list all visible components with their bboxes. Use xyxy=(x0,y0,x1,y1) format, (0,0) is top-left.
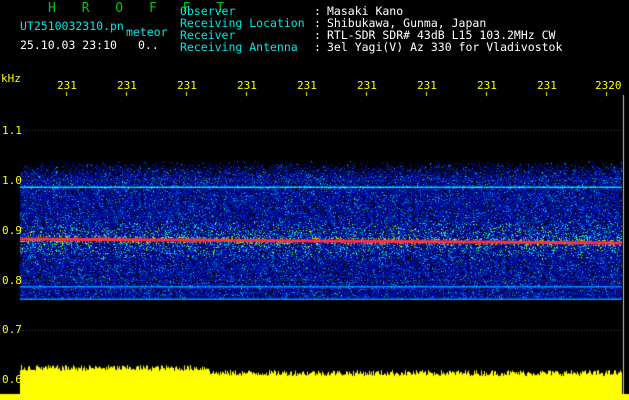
y-axis-unit: kHz xyxy=(1,72,21,85)
mode-label: meteor xyxy=(126,25,168,39)
x-tick-label: 231 xyxy=(297,79,317,92)
antenna-sep: : xyxy=(314,40,321,54)
file-name: UT2510032310.pn xyxy=(20,19,124,33)
datetime: 25.10.03 23:10 xyxy=(20,38,117,52)
x-tick-label: 231 xyxy=(237,79,257,92)
x-tick-label: 231 xyxy=(477,79,497,92)
y-tick-label: 0.7 xyxy=(2,323,22,336)
y-tick-label: 0.8 xyxy=(2,274,22,287)
y-tick-label: 0.6 xyxy=(2,373,22,386)
y-tick-label: 0.9 xyxy=(2,224,22,237)
y-tick-label: 1.1 xyxy=(2,124,22,137)
x-tick-label: 231 xyxy=(177,79,197,92)
antenna-value: 3el Yagi(V) Az 330 for Vladivostok xyxy=(327,40,563,54)
x-tick-label: 231 xyxy=(57,79,77,92)
x-tick-label: 2320 xyxy=(595,79,622,92)
y-tick-label: 1.0 xyxy=(2,174,22,187)
spectrogram-waterfall xyxy=(0,0,629,400)
antenna-label: Receiving Antenna xyxy=(180,40,298,54)
x-tick-label: 231 xyxy=(117,79,137,92)
x-tick-label: 231 xyxy=(357,79,377,92)
x-tick-label: 231 xyxy=(537,79,557,92)
counter: 0.. xyxy=(138,38,159,52)
x-tick-label: 231 xyxy=(417,79,437,92)
